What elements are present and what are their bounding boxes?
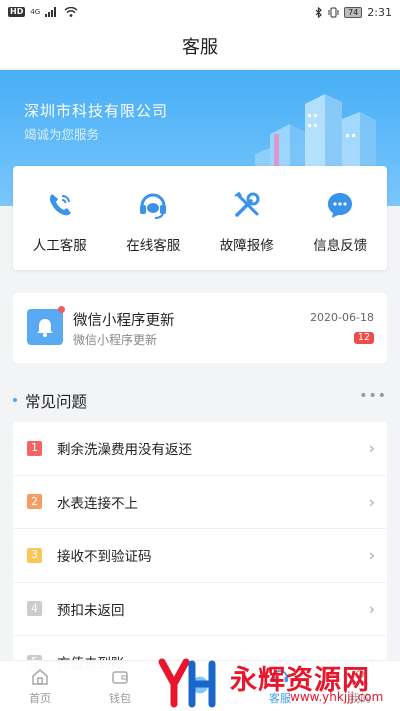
chevron-right-icon: › — [368, 438, 375, 458]
notification-subtitle: 微信小程序更新 — [73, 333, 158, 347]
unread-dot — [58, 306, 65, 313]
faq-number-badge: 4 — [27, 601, 42, 617]
page-title-bar: 客服 — [0, 24, 400, 68]
headset-icon — [140, 193, 167, 219]
faq-item[interactable]: 2 水表连接不上 › — [13, 476, 387, 529]
company-slogan: 竭诚为您服务 — [24, 127, 100, 142]
nav-wallet[interactable]: 钱包 — [80, 661, 160, 711]
phone-icon — [49, 194, 71, 216]
center-icon — [191, 676, 209, 693]
chat-icon — [328, 193, 353, 218]
notification-card[interactable]: 微信小程序更新 微信小程序更新 2020-06-18 12 — [13, 293, 387, 363]
vibrate-icon — [328, 7, 339, 17]
service-icon — [272, 669, 288, 682]
faq-question: 水表连接不上 — [57, 495, 138, 512]
bluetooth-icon — [315, 6, 323, 18]
service-manual[interactable]: 人工客服 — [13, 166, 107, 270]
wallet-icon — [112, 670, 128, 684]
chevron-right-icon: › — [368, 599, 375, 619]
chevron-right-icon: › — [368, 492, 375, 512]
nav-center[interactable] — [160, 661, 240, 711]
notification-date: 2020-06-18 — [310, 311, 374, 324]
service-label: 故障报修 — [219, 238, 274, 254]
nav-home[interactable]: 首页 — [0, 661, 80, 711]
company-name: 深圳市科技有限公司 — [24, 102, 169, 120]
service-shortcuts: 人工客服 在线客服 故障报修 信息反馈 — [13, 166, 387, 270]
nav-label: 客服 — [269, 691, 291, 705]
bottom-navigation: 首页 钱包 客服 我的 — [0, 660, 400, 711]
signal-icon — [45, 7, 57, 17]
faq-number-badge: 1 — [27, 440, 42, 456]
nav-label: 首页 — [29, 691, 51, 705]
page-title: 客服 — [182, 37, 218, 58]
faq-question: 预扣未返回 — [57, 602, 125, 619]
faq-item[interactable]: 4 预扣未返回 › — [13, 583, 387, 636]
faq-item[interactable]: 1 剩余洗澡费用没有返还 › — [13, 422, 387, 476]
nav-label: 我的 — [349, 691, 371, 705]
faq-number-badge: 2 — [27, 494, 42, 510]
network-type: 4G — [30, 7, 41, 16]
service-label: 在线客服 — [126, 238, 181, 254]
status-bar: HD 4G 74 2:31 — [0, 0, 400, 24]
faq-question: 接收不到验证码 — [57, 549, 152, 566]
wifi-icon — [64, 7, 78, 17]
nav-service[interactable]: 客服 — [240, 661, 320, 711]
faq-title: 常见问题 — [25, 393, 88, 411]
home-icon — [32, 668, 48, 685]
nav-label: 钱包 — [109, 691, 131, 705]
user-icon — [352, 669, 368, 685]
section-dot — [13, 398, 17, 402]
bell-icon — [27, 309, 63, 345]
battery-indicator: 74 — [344, 6, 363, 18]
service-feedback[interactable]: 信息反馈 — [294, 166, 388, 270]
service-repair[interactable]: 故障报修 — [200, 166, 294, 270]
service-label: 信息反馈 — [313, 238, 368, 254]
more-icon[interactable]: ••• — [359, 388, 387, 404]
faq-item[interactable]: 3 接收不到验证码 › — [13, 529, 387, 583]
hd-indicator: HD — [8, 7, 26, 17]
service-label: 人工客服 — [32, 238, 87, 254]
tools-icon — [234, 191, 260, 217]
chevron-right-icon: › — [368, 545, 375, 565]
faq-list: 1 剩余洗澡费用没有返还 › 2 水表连接不上 › 3 接收不到验证码 › 4 … — [13, 422, 387, 672]
notification-title: 微信小程序更新 — [73, 313, 175, 329]
nav-profile[interactable]: 我的 — [320, 661, 400, 711]
service-online[interactable]: 在线客服 — [107, 166, 201, 270]
clock: 2:31 — [367, 5, 392, 19]
faq-question: 剩余洗澡费用没有返还 — [57, 442, 192, 459]
unread-count-badge: 12 — [353, 332, 374, 344]
faq-number-badge: 3 — [27, 547, 42, 563]
faq-section-header: 常见问题 ••• — [13, 388, 387, 414]
